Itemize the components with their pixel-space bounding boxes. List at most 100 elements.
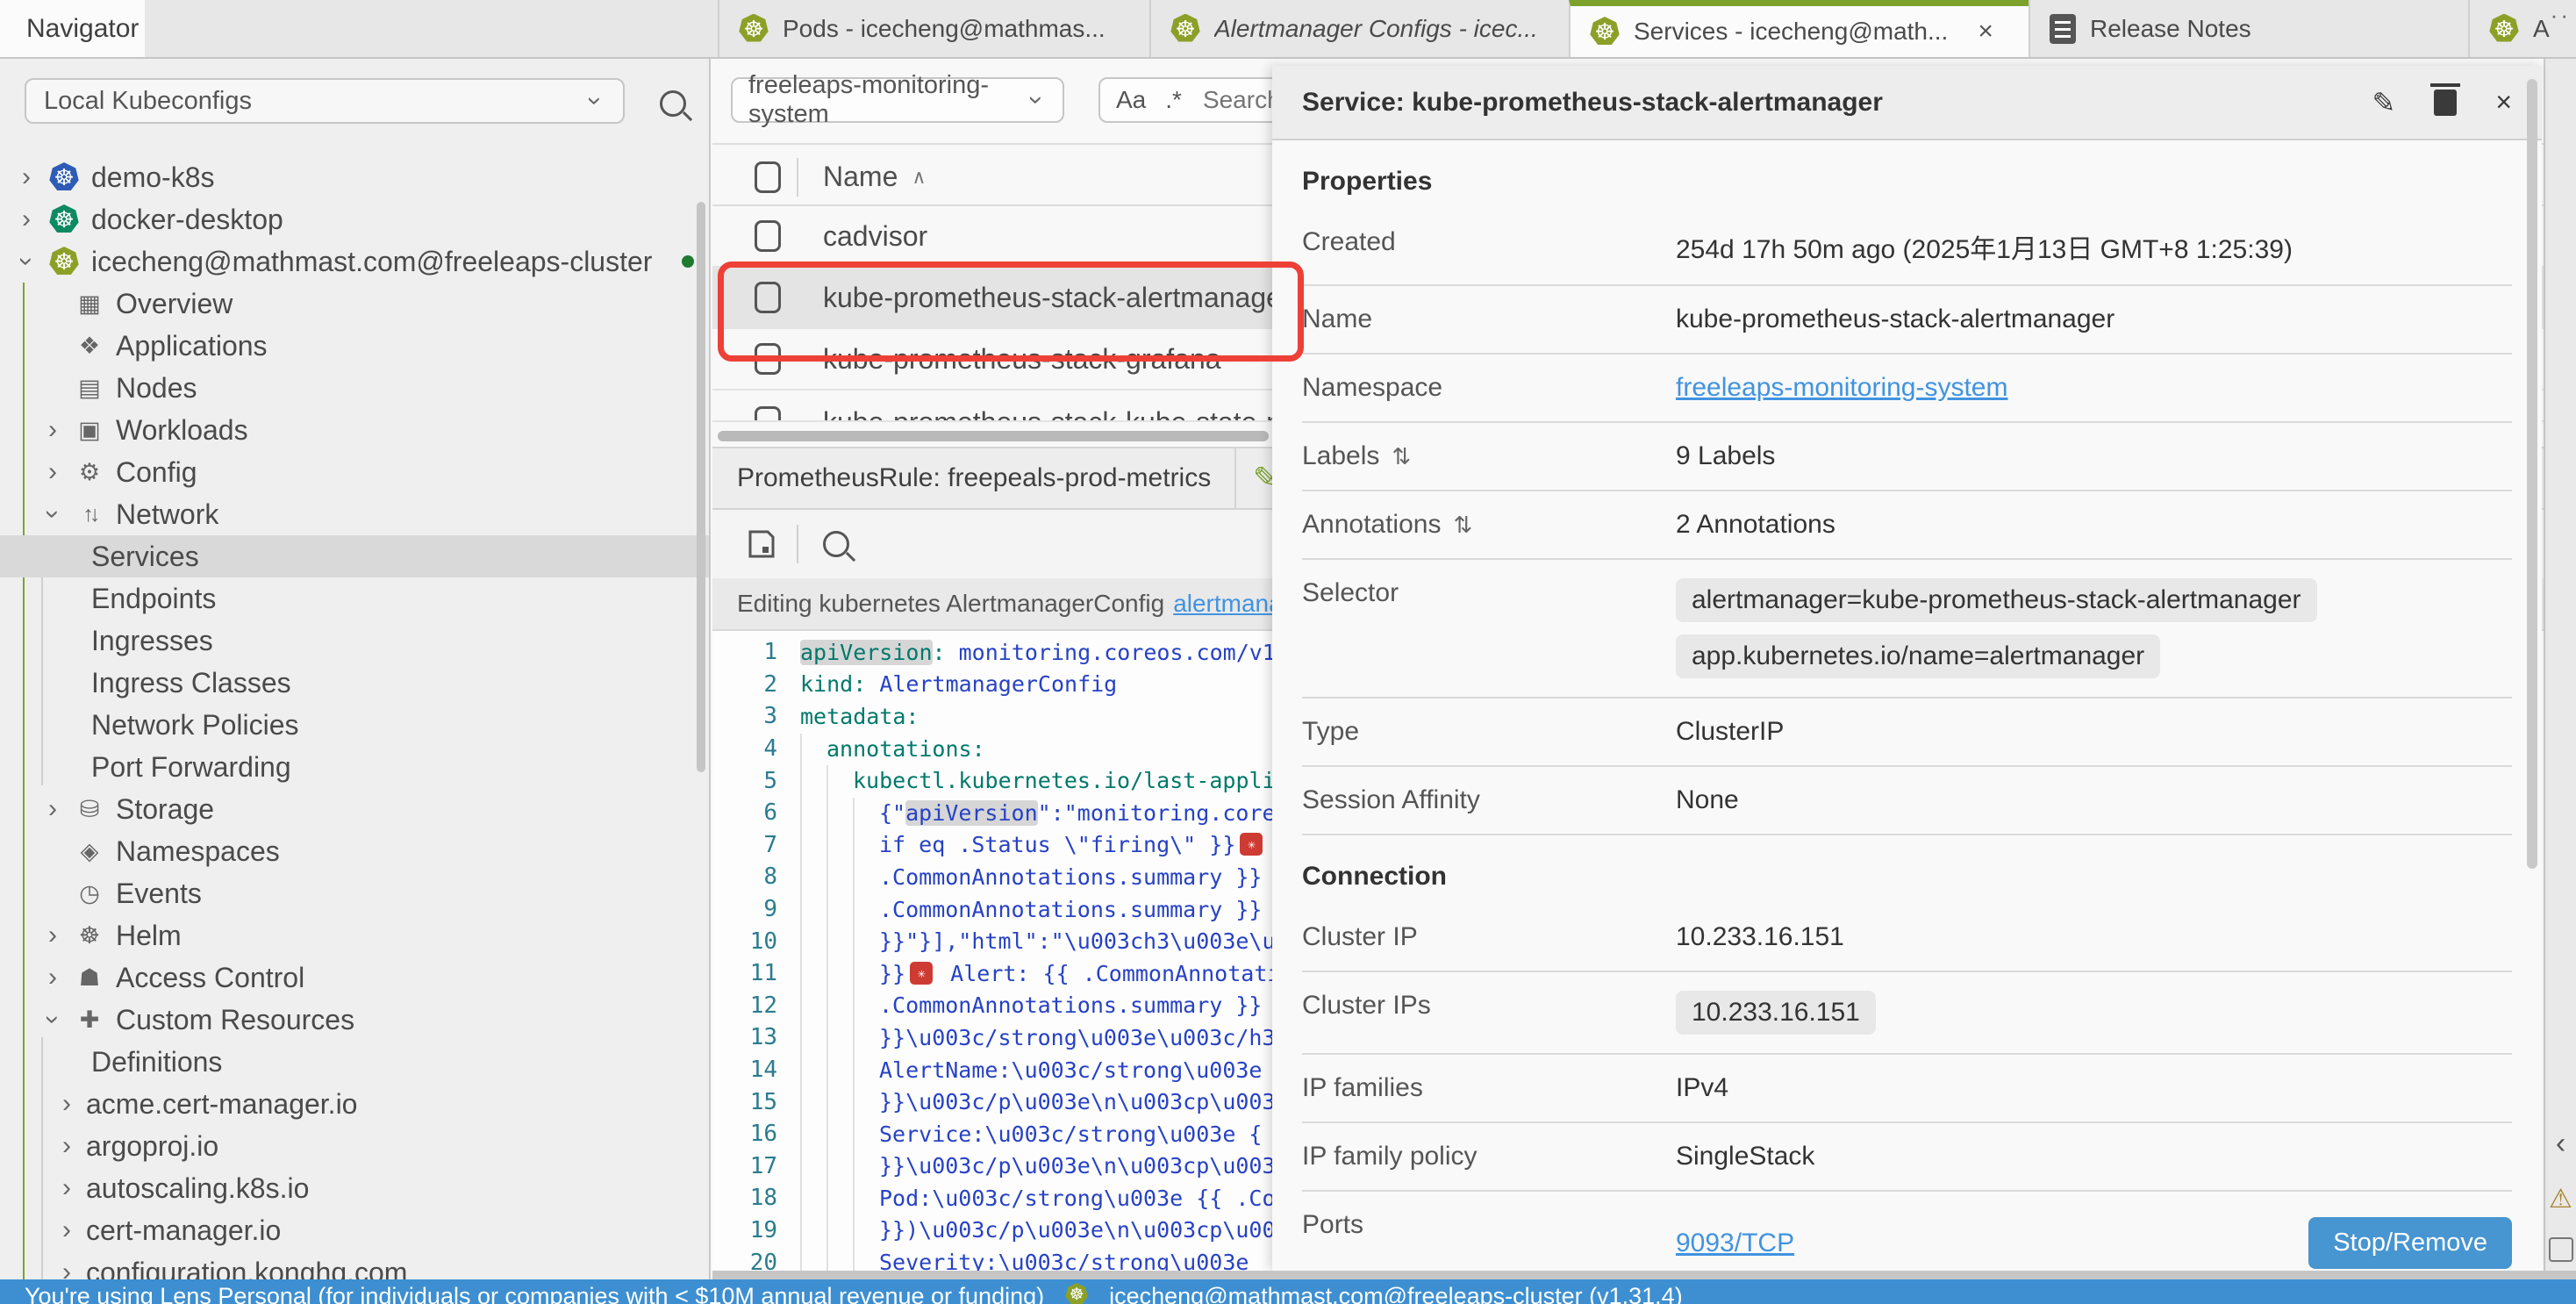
sidebar-item-label: Helm [116, 920, 182, 952]
chevron-down-icon[interactable]: › [13, 251, 39, 272]
sidebar-item-network[interactable]: ›↑↓Network [0, 493, 709, 535]
sidebar-item-events[interactable]: ◷Events [0, 872, 709, 914]
search-icon[interactable] [660, 90, 686, 117]
sidebar-item-demo-k8s[interactable]: ›☸demo-k8s [0, 156, 709, 198]
sidebar-item-nodes[interactable]: ▤Nodes [0, 367, 709, 409]
sidebar-item-configuration-konghq-com[interactable]: ›configuration.konghq.com [0, 1251, 709, 1279]
collapse-icon[interactable]: ‹ [2556, 1127, 2565, 1161]
column-header-name[interactable]: Name [823, 161, 898, 193]
chevron-right-icon[interactable]: › [42, 459, 63, 485]
drawer-header: Service: kube-prometheus-stack-alertmana… [1272, 66, 2542, 140]
property-value: ClusterIP [1676, 717, 2512, 747]
editor-search-icon[interactable] [823, 531, 849, 557]
horizontal-scrollbar[interactable] [718, 431, 1269, 441]
sidebar-item-workloads[interactable]: ›▣Workloads [0, 409, 709, 451]
chevron-right-icon[interactable]: › [42, 922, 63, 949]
sidebar-item-network-policies[interactable]: Network Policies [0, 704, 709, 746]
drawer-scrollbar[interactable] [2527, 79, 2537, 869]
match-case-icon[interactable]: Aa [1116, 86, 1146, 114]
sidebar-item-ingresses[interactable]: Ingresses [0, 620, 709, 662]
sidebar-item-ingress-classes[interactable]: Ingress Classes [0, 662, 709, 704]
code-token: }})\u003c/p\u003e\n\u003cp\u00 [879, 1217, 1276, 1243]
sidebar-item-services[interactable]: Services [0, 535, 709, 577]
close-icon[interactable]: × [2495, 86, 2512, 118]
line-number: 18 [712, 1185, 777, 1211]
chevron-right-icon[interactable]: › [16, 164, 37, 190]
tab-partial[interactable]: ☸ A ·· [2468, 0, 2576, 57]
property-row-namespace: Namespacefreeleaps-monitoring-system [1302, 355, 2512, 423]
sidebar-item-access-control[interactable]: ›☗Access Control [0, 957, 709, 999]
row-checkbox[interactable] [755, 220, 781, 252]
chevron-right-icon[interactable]: › [56, 1217, 77, 1243]
property-row-type: TypeClusterIP [1302, 699, 2512, 767]
sidebar-item-label: Events [116, 878, 202, 910]
sidebar-item-cert-manager-io[interactable]: › cert-manager.io [0, 1209, 709, 1251]
chevron-down-icon[interactable]: › [39, 1009, 66, 1030]
line-number: 3 [712, 703, 777, 729]
property-label-text: Created [1302, 227, 1396, 257]
row-checkbox[interactable] [755, 343, 781, 375]
sort-toggle-icon[interactable]: ⇅ [1392, 443, 1411, 470]
prometheusrule-title: PrometheusRule: freepeals-prod-metrics [737, 463, 1211, 493]
sidebar-item-storage[interactable]: ›⛁Storage [0, 788, 709, 830]
sidebar-item-definitions[interactable]: Definitions [0, 1041, 709, 1083]
tab-services[interactable]: ☸ Services - icecheng@math... × [1569, 0, 2029, 57]
sidebar-item-config[interactable]: ›⚙Config [0, 451, 709, 493]
line-number: 8 [712, 863, 777, 890]
sidebar-item-custom-resources[interactable]: ›✚Custom Resources [0, 999, 709, 1041]
sidebar-item-helm[interactable]: ›☸Helm [0, 914, 709, 957]
sidebar-item-endpoints[interactable]: Endpoints [0, 577, 709, 620]
stop-remove-button[interactable]: Stop/Remove [2308, 1217, 2512, 1269]
property-row-session-affinity: Session AffinityNone [1302, 767, 2512, 835]
tab-alertmanager-configs[interactable]: ☸ Alertmanager Configs - icec... [1149, 0, 1569, 57]
chevron-down-icon[interactable]: › [39, 504, 66, 525]
chevron-right-icon[interactable]: › [56, 1133, 77, 1159]
save-icon[interactable] [746, 529, 776, 559]
active-cluster-label[interactable]: icecheng@mathmast.com@freeleaps-cluster … [1109, 1283, 1683, 1304]
code-text: }}"}],"html":"\u003ch3\u003e\u [800, 928, 1276, 954]
sidebar-item-overview[interactable]: ▦Overview [0, 283, 709, 325]
sidebar-item-acme-cert-manager-io[interactable]: ›acme.cert-manager.io [0, 1083, 709, 1125]
close-tab-icon[interactable]: × [1978, 17, 1993, 47]
namespace-selector[interactable]: freeleaps-monitoring-system › [731, 77, 1064, 123]
chevron-right-icon[interactable]: › [42, 417, 63, 443]
row-checkbox[interactable] [755, 282, 781, 313]
regex-icon[interactable]: .* [1165, 86, 1182, 114]
sidebar-scrollbar[interactable] [697, 202, 705, 772]
warning-icon[interactable]: ⚠ [2549, 1184, 2572, 1214]
namespace-link[interactable]: freeleaps-monitoring-system [1676, 373, 2007, 402]
tool-box-icon[interactable] [2549, 1237, 2573, 1262]
chevron-right-icon[interactable]: › [56, 1175, 77, 1201]
code-text: .CommonAnnotations.summary }} [800, 864, 1263, 890]
sidebar-item-label: cert-manager.io [86, 1214, 281, 1247]
sort-asc-icon[interactable]: ∧ [912, 166, 926, 189]
sidebar-item-argoproj-io[interactable]: ›argoproj.io [0, 1125, 709, 1167]
chevron-right-icon[interactable]: › [16, 206, 37, 233]
chevron-right-icon[interactable]: › [42, 964, 63, 991]
chevron-right-icon[interactable]: › [56, 1259, 77, 1279]
property-value: alertmanager=kube-prometheus-stack-alert… [1676, 578, 2512, 678]
select-all-checkbox[interactable] [755, 161, 781, 193]
sidebar-item-label: docker-desktop [91, 204, 283, 236]
code-text: .CommonAnnotations.summary }} [800, 897, 1263, 922]
tab-release-notes[interactable]: Release Notes [2029, 0, 2468, 57]
tab-pods[interactable]: ☸ Pods - icecheng@mathmas... [718, 0, 1149, 57]
sidebar-item-docker-desktop[interactable]: ›☸docker-desktop [0, 198, 709, 240]
sort-toggle-icon[interactable]: ⇅ [1453, 512, 1472, 539]
sidebar-item-applications[interactable]: ❖Applications [0, 325, 709, 367]
code-token: metadata: [800, 704, 919, 729]
delete-icon[interactable] [2434, 90, 2457, 116]
sidebar-item-autoscaling-k8s-io[interactable]: ›autoscaling.k8s.io [0, 1167, 709, 1209]
property-row-selector: Selectoralertmanager=kube-prometheus-sta… [1302, 560, 2512, 699]
kubeconfig-selector[interactable]: Local Kubeconfigs › [25, 78, 625, 124]
sidebar-item-label: Overview [116, 288, 233, 320]
chevron-right-icon[interactable]: › [56, 1091, 77, 1117]
chevron-right-icon[interactable]: › [42, 796, 63, 822]
sidebar-item-namespaces[interactable]: ◈Namespaces [0, 830, 709, 872]
row-checkbox[interactable] [755, 406, 781, 422]
edit-icon[interactable]: ✎ [2372, 86, 2396, 119]
sidebar-item-icecheng-mathmast-com-freeleaps-cluster[interactable]: ›☸icecheng@mathmast.com@freeleaps-cluste… [0, 240, 709, 283]
port-link[interactable]: 9093/TCP [1676, 1229, 1794, 1258]
line-number: 10 [712, 928, 777, 955]
sidebar-item-port-forwarding[interactable]: Port Forwarding [0, 746, 709, 788]
